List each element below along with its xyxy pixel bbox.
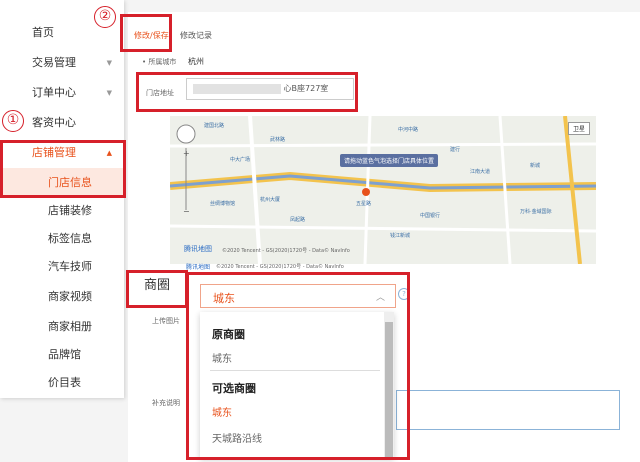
map-label: 江南大道 — [470, 169, 491, 175]
chevron-up-icon: ︿ — [375, 293, 385, 303]
sidebar-subitem-label: 汽车技师 — [48, 260, 92, 273]
map-tooltip: 请拖动蓝色气泡选择门店具体位置 — [340, 154, 439, 167]
map-label: 中国银行 — [420, 213, 441, 219]
sidebar-item-label: 客资中心 — [32, 116, 76, 129]
sidebar-item-store-info[interactable]: 门店信息 — [0, 168, 124, 198]
map-zoom-control[interactable]: + − — [176, 122, 200, 216]
dropdown-option[interactable]: 城东 — [212, 350, 232, 365]
sidebar-subitem-label: 店铺装修 — [48, 204, 92, 217]
map-label: 凤起路 — [290, 217, 306, 223]
sidebar-item-technicians[interactable]: 汽车技师 — [0, 252, 124, 282]
chevron-up-icon: ▲ — [106, 149, 112, 157]
city-value: 杭州 — [188, 57, 204, 66]
annotation-number-2: ② — [94, 6, 116, 28]
sidebar-item-tags[interactable]: 标签信息 — [0, 224, 124, 254]
svg-text:+: + — [183, 149, 190, 158]
map-logo-secondary: 腾讯地图 — [186, 264, 211, 271]
dropdown-option-selected[interactable]: 城东 — [212, 404, 232, 419]
map-label: 建行 — [450, 147, 461, 153]
redacted-block — [193, 83, 281, 94]
map-label: 新城 — [530, 163, 541, 169]
map-label: 丝绸博物馆 — [210, 201, 236, 207]
shangquan-label: 商圈 — [130, 274, 184, 304]
sidebar-item-videos[interactable]: 商家视频 — [0, 282, 124, 312]
help-icon[interactable]: ? — [398, 288, 410, 300]
note-label: 补充说明 — [152, 399, 180, 407]
dropdown-scrollbar[interactable] — [384, 312, 394, 458]
map-view[interactable]: + − 卫星 请拖动蓝色气泡选择门店具体位置 建国北路 武林路 中河中路 五星路… — [170, 116, 596, 264]
address-input[interactable]: 心B座727室 — [186, 78, 354, 100]
shangquan-dropdown: 原商圈 城东 可选商圈 城东 天城路沿线 — [200, 312, 394, 458]
sidebar-subitem-label: 标签信息 — [48, 232, 92, 245]
map-label: 中河中路 — [398, 127, 419, 133]
chevron-down-icon: ▼ — [106, 59, 112, 67]
map-label: 中大广场 — [230, 157, 251, 163]
sidebar-subitem-label: 商家视频 — [48, 290, 92, 303]
note-textarea[interactable] — [396, 390, 620, 430]
sidebar-subitem-label: 门店信息 — [48, 176, 92, 189]
sidebar-subitem-label: 价目表 — [48, 376, 81, 389]
annotation-number-1: ① — [2, 110, 24, 132]
shangquan-select[interactable]: 城东 ︿ — [200, 284, 396, 308]
map-roads — [170, 116, 596, 264]
sidebar-item-store-mgmt[interactable]: 店铺管理 ▲ — [0, 138, 124, 168]
address-value: 心B座727室 — [283, 84, 329, 93]
sidebar-subitem-label: 品牌馆 — [48, 348, 81, 361]
map-logo: 腾讯地图 — [184, 245, 212, 253]
sidebar-item-label: 交易管理 — [32, 56, 76, 69]
sidebar-item-pricelist[interactable]: 价目表 — [0, 368, 124, 398]
dropdown-option[interactable]: 天城路沿线 — [212, 430, 262, 445]
sidebar-item-label: 首页 — [32, 26, 54, 39]
chevron-down-icon: ▼ — [106, 89, 112, 97]
map-copyright: ©2020 Tencent - GS(2020)1720号 - Data© Na… — [222, 248, 350, 254]
tab-history[interactable]: 修改记录 — [180, 30, 212, 41]
map-label: 万科·金域国际 — [520, 209, 552, 215]
sidebar-item-album[interactable]: 商家相册 — [0, 312, 124, 342]
svg-text:−: − — [183, 207, 190, 212]
satellite-button[interactable]: 卫星 — [567, 122, 590, 135]
shangquan-selected-value: 城东 — [213, 292, 235, 305]
sidebar-item-label: 店铺管理 — [32, 146, 76, 159]
sidebar-subitem-label: 商家相册 — [48, 320, 92, 333]
sidebar-item-decoration[interactable]: 店铺装修 — [0, 196, 124, 226]
tab-edit[interactable]: 修改/保存 — [134, 30, 169, 41]
dropdown-divider — [210, 370, 380, 371]
sidebar-item-label: 订单中心 — [32, 86, 76, 99]
map-copyright-secondary: ©2020 Tencent - GS(2020)1720号 - Data© Na… — [216, 264, 344, 270]
map-label: 五星路 — [356, 201, 372, 207]
dropdown-group-title: 原商圈 — [212, 328, 245, 341]
scrollbar-thumb[interactable] — [385, 322, 393, 458]
upload-label: 上传图片 — [152, 317, 180, 325]
shangquan-label-text: 商圈 — [143, 278, 170, 293]
sidebar-item-brand[interactable]: 品牌馆 — [0, 340, 124, 370]
sidebar-item-trade[interactable]: 交易管理 ▼ — [0, 48, 124, 78]
map-label: 建国北路 — [204, 123, 225, 129]
sidebar-item-orders[interactable]: 订单中心 ▼ — [0, 78, 124, 108]
sidebar-nav: 首页 交易管理 ▼ 订单中心 ▼ 客资中心 店铺管理 ▲ 门店信息 店铺装修 标… — [0, 0, 124, 398]
address-label: 门店地址 — [146, 89, 174, 97]
city-label: • 所属城市 — [142, 58, 177, 66]
map-label: 钱江新城 — [390, 233, 411, 239]
map-label: 杭州大厦 — [260, 197, 281, 203]
dropdown-group-title: 可选商圈 — [212, 382, 256, 395]
map-label: 武林路 — [270, 137, 286, 143]
